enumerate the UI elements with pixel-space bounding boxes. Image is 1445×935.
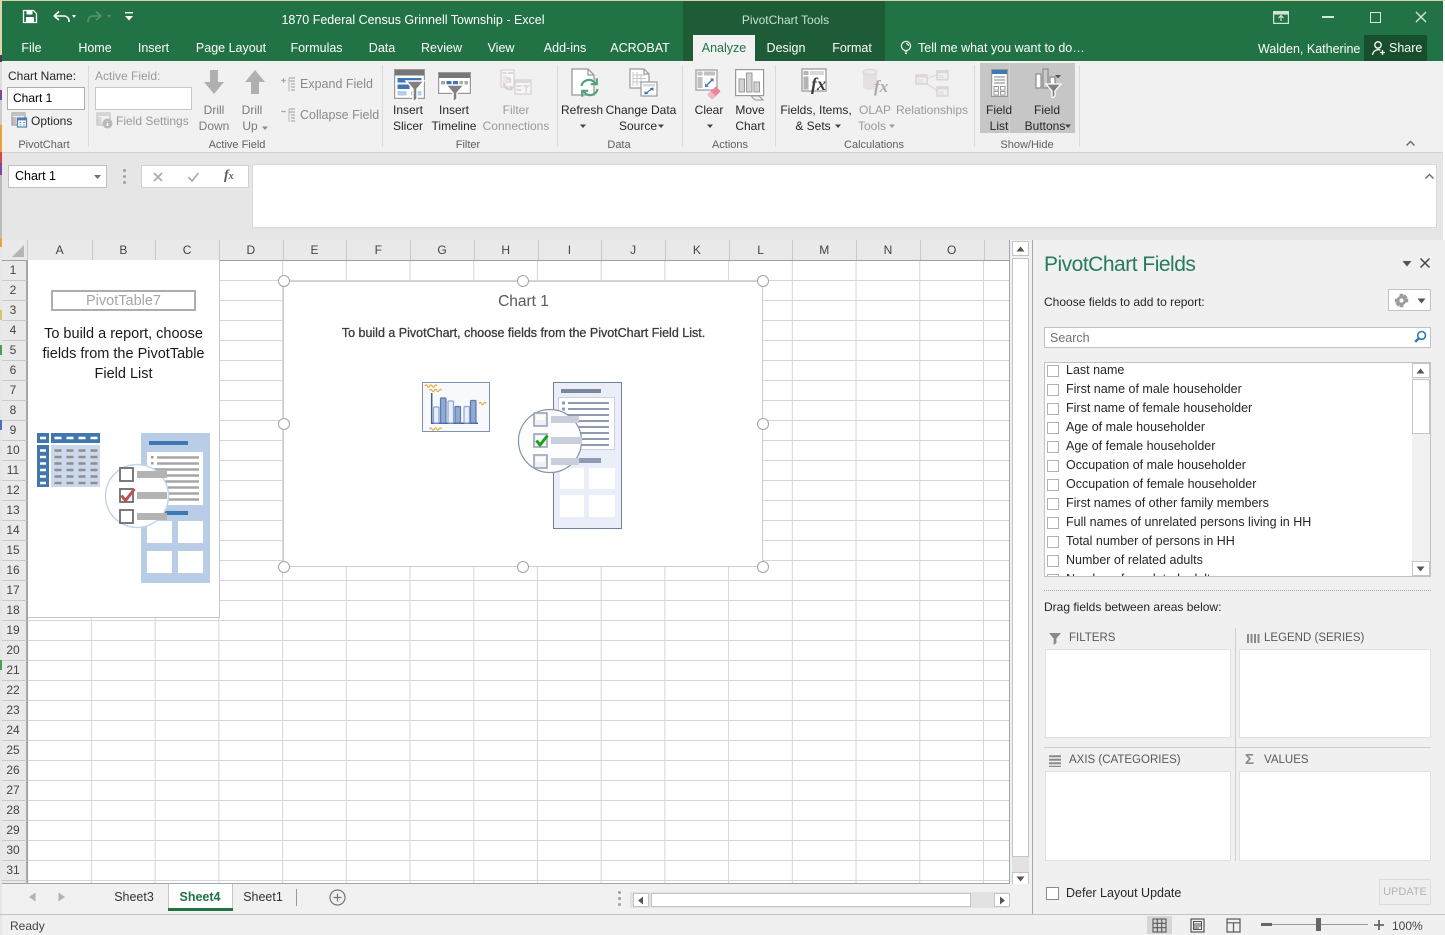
svg-text:fx: fx [874, 77, 889, 96]
svg-text:fx: fx [811, 74, 826, 94]
